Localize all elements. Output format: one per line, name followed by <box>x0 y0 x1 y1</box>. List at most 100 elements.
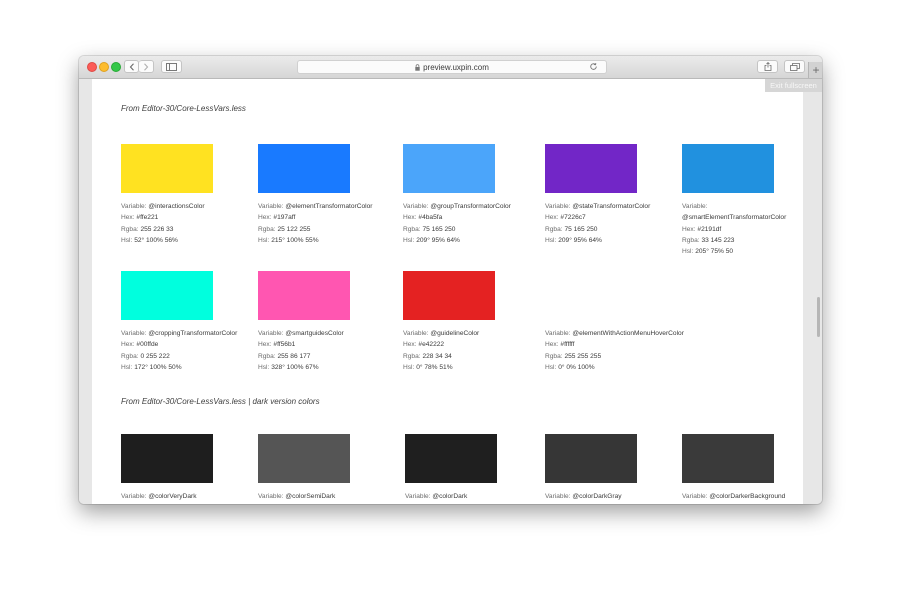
variable-name: @smartElementTransformatorColor <box>682 214 787 222</box>
variable-label: Variable: <box>121 203 147 210</box>
scrollbar-thumb[interactable] <box>817 297 820 337</box>
hex-value: #197aff <box>273 214 296 222</box>
color-swatch <box>121 144 213 193</box>
hex-value: #ff56b1 <box>273 341 296 349</box>
rgba-label: Rgba: <box>682 236 700 244</box>
color-swatch <box>121 271 213 320</box>
hex-label: Hex: <box>545 214 559 222</box>
share-icon <box>764 62 771 71</box>
back-button[interactable] <box>124 60 139 73</box>
variable-name: @colorDark <box>432 493 468 500</box>
hex-value: #ffe221 <box>136 214 159 222</box>
hex-label: Hex: <box>545 341 559 349</box>
variable-name: @stateTransformatorColor <box>572 203 651 210</box>
color-swatch <box>405 434 497 483</box>
hsl-label: Hsl: <box>403 363 415 371</box>
hsl-value: 0° 0% 100% <box>558 363 595 371</box>
rgba-label: Rgba: <box>545 352 563 360</box>
sidebar-icon <box>166 62 177 71</box>
forward-button[interactable] <box>139 60 154 73</box>
variable-label: Variable: <box>682 493 708 500</box>
rgba-value: 255 226 33 <box>140 225 174 233</box>
hex-value: #ffffff <box>560 341 575 349</box>
hsl-value: 209° 95% 64% <box>416 236 460 244</box>
variable-label: Variable: <box>405 493 431 500</box>
variable-label: Variable: <box>121 330 147 337</box>
variable-name: @colorVeryDark <box>148 493 197 500</box>
section-heading-text: From Editor-30/Core-LessVars.less <box>121 397 246 406</box>
share-button[interactable] <box>757 60 778 73</box>
variable-label: Variable: <box>258 203 284 210</box>
color-swatch <box>682 144 774 193</box>
variable-name: @guidelineColor <box>430 330 480 337</box>
variable-name: @smartguidesColor <box>285 330 344 337</box>
hsl-label: Hsl: <box>121 236 133 244</box>
tabs-overview-button[interactable] <box>784 60 805 73</box>
variable-name: @groupTransformatorColor <box>430 203 511 210</box>
variable-label: Variable: <box>403 330 429 337</box>
rgba-value: 255 86 177 <box>277 352 311 360</box>
hsl-value: 0° 78% 51% <box>416 363 453 371</box>
rgba-value: 0 255 222 <box>140 352 170 360</box>
fullscreen-window-button[interactable] <box>111 62 121 72</box>
variable-label: Variable: <box>545 330 571 337</box>
variable-name: @colorDarkGray <box>572 493 622 500</box>
sidebar-toggle-button[interactable] <box>161 60 182 73</box>
rgba-value: 25 122 255 <box>277 225 311 233</box>
rgba-value: 33 145 223 <box>701 236 735 244</box>
page-body: From Editor-30/Core-LessVars.less Variab… <box>92 79 803 504</box>
variable-label: Variable: <box>403 203 429 210</box>
variable-label: Variable: <box>258 330 284 337</box>
exit-fullscreen-button[interactable]: Exit fullscreen <box>765 79 822 92</box>
hex-label: Hex: <box>403 341 417 349</box>
hsl-label: Hsl: <box>682 248 694 256</box>
color-card: Variable: @colorDarkerBackground <box>682 434 800 502</box>
rgba-label: Rgba: <box>121 352 139 360</box>
browser-toolbar: preview.uxpin.com <box>79 56 822 79</box>
hsl-value: 215° 100% 55% <box>271 236 319 244</box>
color-card: Variable: @smartElementTransformatorColo… <box>682 144 800 257</box>
color-card: Variable: @colorDarkGray <box>545 434 685 502</box>
color-card: Variable: @colorSemiDark <box>258 434 398 502</box>
rgba-value: 255 255 255 <box>564 352 602 360</box>
new-tab-button[interactable]: + <box>808 62 822 78</box>
hsl-label: Hsl: <box>545 236 557 244</box>
color-swatch <box>121 434 213 483</box>
address-bar[interactable]: preview.uxpin.com <box>297 60 607 74</box>
close-window-button[interactable] <box>87 62 97 72</box>
section-heading-2: From Editor-30/Core-LessVars.less | dark… <box>121 397 320 406</box>
hex-value: #e42222 <box>418 341 445 349</box>
color-card: Variable: @croppingTransformatorColor He… <box>121 271 261 373</box>
reload-icon[interactable] <box>589 62 598 71</box>
hsl-value: 209° 95% 64% <box>558 236 602 244</box>
color-card: Variable: @elementWithActionMenuHoverCol… <box>545 271 705 373</box>
hsl-value: 205° 75% 50 <box>695 248 734 256</box>
chevron-right-icon <box>144 62 149 71</box>
section-heading-1: From Editor-30/Core-LessVars.less <box>121 104 246 113</box>
variable-label: Variable: <box>545 493 571 500</box>
color-swatch <box>545 144 637 193</box>
hsl-label: Hsl: <box>121 363 133 371</box>
rgba-label: Rgba: <box>403 225 421 233</box>
tabs-icon <box>789 62 800 71</box>
hsl-value: 172° 100% 50% <box>134 363 182 371</box>
color-card: Variable: @smartguidesColor Hex: #ff56b1… <box>258 271 398 373</box>
color-swatch <box>545 271 637 320</box>
color-swatch <box>258 144 350 193</box>
variable-name: @elementWithActionMenuHoverColor <box>572 330 684 337</box>
hsl-label: Hsl: <box>545 363 557 371</box>
hex-label: Hex: <box>258 341 272 349</box>
variable-label: Variable: <box>682 203 708 210</box>
color-card: Variable: @elementTransformatorColor Hex… <box>258 144 398 246</box>
hex-value: #2191df <box>697 225 722 233</box>
color-swatch <box>545 434 637 483</box>
color-swatch <box>258 434 350 483</box>
variable-name: @colorDarkerBackground <box>709 493 786 500</box>
hex-label: Hex: <box>121 341 135 349</box>
variable-name: @interactionsColor <box>148 203 205 210</box>
color-card: Variable: @colorVeryDark <box>121 434 261 502</box>
color-swatch <box>258 271 350 320</box>
minimize-window-button[interactable] <box>99 62 109 72</box>
variable-label: Variable: <box>121 493 147 500</box>
variable-name: @elementTransformatorColor <box>285 203 373 210</box>
